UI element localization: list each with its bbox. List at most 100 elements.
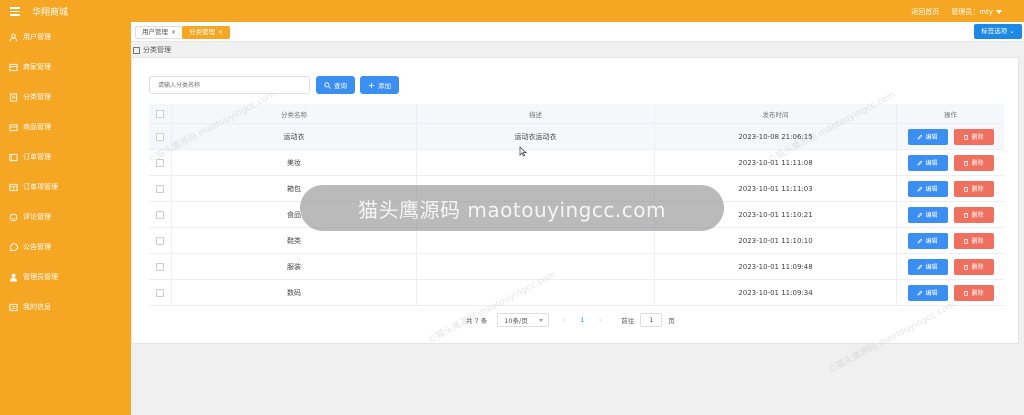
header-actions: 返回首页 管理员：mty: [911, 7, 1002, 17]
cell-name: 运动衣: [172, 124, 417, 149]
profile-icon: [8, 302, 18, 312]
edit-icon: [918, 186, 923, 191]
sidebar: 用户管理 商家管理 分类管理 商品管理 订单管理 订单项管理 评论管理 公告管理…: [0, 22, 131, 415]
delete-label: 删除: [971, 290, 984, 297]
cell-ops: 编辑 删除: [897, 254, 1004, 279]
delete-button[interactable]: 删除: [953, 258, 994, 275]
add-label: 添加: [378, 82, 391, 90]
close-icon[interactable]: ×: [171, 29, 176, 36]
delete-label: 删除: [971, 264, 984, 271]
add-button[interactable]: 添加: [360, 76, 399, 94]
page-suffix: 页: [668, 317, 675, 325]
trash-icon: [964, 160, 969, 166]
sidebar-item-order-items[interactable]: 订单项管理: [8, 180, 58, 194]
cell-name: 美妆: [172, 150, 417, 175]
query-button[interactable]: 查询: [316, 76, 355, 94]
tab-options-button[interactable]: 标签选项 ⌄: [974, 24, 1022, 39]
edit-label: 编辑: [925, 212, 938, 219]
edit-button[interactable]: 编辑: [907, 180, 948, 197]
row-checkbox[interactable]: [156, 236, 164, 245]
pagination-total: 共 7 条: [466, 317, 488, 325]
top-header: 华翔商城 返回首页 管理员：mty: [0, 0, 1024, 22]
brand-title: 华翔商城: [32, 8, 69, 18]
tab-options-label: 标签选项: [981, 27, 1008, 35]
comment-icon: [8, 212, 18, 222]
sidebar-item-categories[interactable]: 分类管理: [8, 90, 51, 104]
edit-button[interactable]: 编辑: [907, 128, 948, 145]
cell-name: 服装: [172, 254, 417, 279]
tab-label: 用户管理: [142, 28, 168, 36]
row-checkbox[interactable]: [156, 288, 164, 297]
edit-icon: [918, 238, 923, 243]
cell-time: 2023-10-01 11:11:08: [655, 150, 897, 175]
row-checkbox[interactable]: [156, 132, 164, 141]
delete-button[interactable]: 删除: [953, 180, 994, 197]
sidebar-item-orders[interactable]: 订单管理: [8, 150, 51, 164]
home-link[interactable]: 返回首页: [911, 7, 939, 17]
watermark-overlay: 猫头鹰源码 maotouyingcc.com: [300, 185, 724, 231]
header-time: 发布时间: [655, 104, 897, 123]
trash-icon: [964, 186, 969, 192]
cell-name: 鞋类: [172, 228, 417, 253]
tabs-bar: 用户管理 × 分类管理 × 标签选项 ⌄: [131, 22, 1024, 42]
mouse-cursor-icon: [519, 146, 527, 157]
chevron-down-icon: [539, 319, 544, 322]
edit-button[interactable]: 编辑: [907, 232, 948, 249]
sidebar-item-users[interactable]: 用户管理: [8, 30, 51, 44]
edit-icon: [918, 134, 923, 139]
next-page-button[interactable]: ›: [593, 316, 607, 324]
category-search-input[interactable]: [149, 76, 310, 94]
order-item-icon: [8, 182, 18, 192]
select-all-checkbox[interactable]: [156, 109, 164, 118]
goods-icon: [8, 122, 18, 132]
delete-button[interactable]: 删除: [953, 128, 994, 145]
sidebar-item-comments[interactable]: 评论管理: [8, 210, 51, 224]
sidebar-item-admins[interactable]: 管理员管理: [8, 270, 58, 284]
delete-button[interactable]: 删除: [953, 154, 994, 171]
category-icon: [8, 92, 18, 102]
edit-button[interactable]: 编辑: [907, 284, 948, 301]
cell-time: 2023-10-01 11:09:48: [655, 254, 897, 279]
row-checkbox[interactable]: [156, 262, 164, 271]
order-icon: [8, 152, 18, 162]
menu-toggle-icon[interactable]: [10, 5, 20, 17]
delete-button[interactable]: 删除: [953, 284, 994, 301]
edit-button[interactable]: 编辑: [907, 206, 948, 223]
edit-button[interactable]: 编辑: [907, 258, 948, 275]
delete-button[interactable]: 删除: [953, 206, 994, 223]
sidebar-item-notices[interactable]: 公告管理: [8, 240, 51, 254]
trash-icon: [964, 134, 969, 140]
row-checkbox[interactable]: [156, 158, 164, 167]
cell-time: 2023-10-08 21:06:15: [655, 124, 897, 149]
tab-categories[interactable]: 分类管理 ×: [182, 26, 231, 39]
tab-users[interactable]: 用户管理 ×: [135, 26, 184, 39]
select-all-cell: [149, 104, 172, 123]
delete-label: 删除: [971, 134, 984, 141]
row-select-cell: [149, 254, 172, 279]
header-name: 分类名称: [172, 104, 417, 123]
goto-page-input[interactable]: 1: [640, 313, 663, 327]
edit-label: 编辑: [925, 290, 938, 297]
cell-ops: 编辑 删除: [897, 228, 1004, 253]
table-row: 服装 2023-10-01 11:09:48 编辑 删除: [149, 254, 1004, 280]
sidebar-item-goods[interactable]: 商品管理: [8, 120, 51, 134]
delete-button[interactable]: 删除: [953, 232, 994, 249]
page-size-select[interactable]: 10条/页: [497, 313, 550, 327]
close-icon[interactable]: ×: [218, 29, 223, 36]
page-number-1[interactable]: 1: [575, 313, 589, 327]
sidebar-item-profile[interactable]: 我的信息: [8, 300, 51, 314]
admin-menu[interactable]: 管理员：mty: [951, 7, 1002, 17]
row-select-cell: [149, 228, 172, 253]
cell-ops: 编辑 删除: [897, 176, 1004, 201]
sidebar-item-merchants[interactable]: 商家管理: [8, 60, 51, 74]
edit-label: 编辑: [925, 160, 938, 167]
cell-desc: [417, 280, 655, 305]
cell-time: 2023-10-01 11:09:34: [655, 280, 897, 305]
cell-ops: 编辑 删除: [897, 202, 1004, 227]
table-row: 运动衣 运动衣运动衣 2023-10-08 21:06:15 编辑 删除: [149, 124, 1004, 150]
prev-page-button[interactable]: ‹: [557, 316, 571, 324]
row-checkbox[interactable]: [156, 184, 164, 193]
edit-icon: [918, 264, 923, 269]
row-checkbox[interactable]: [156, 210, 164, 219]
edit-button[interactable]: 编辑: [907, 154, 948, 171]
